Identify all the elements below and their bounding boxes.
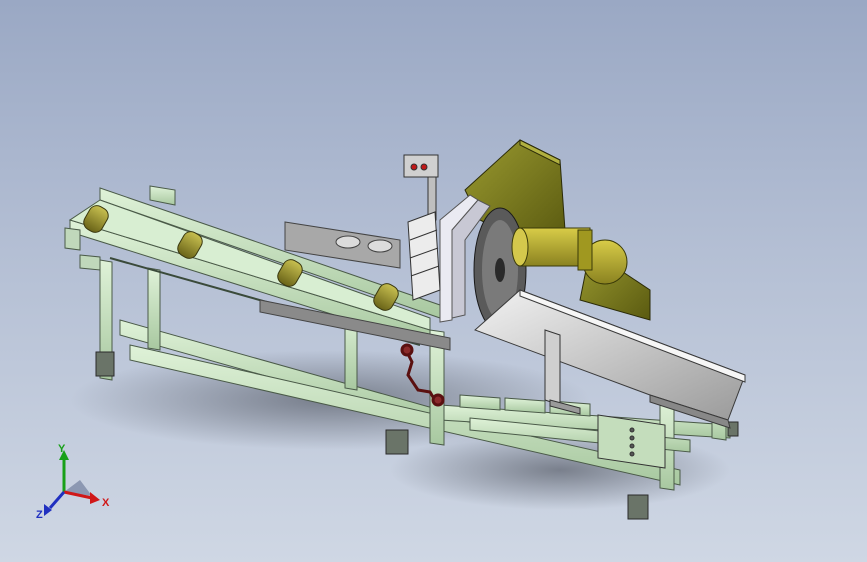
z-axis-arrow-icon xyxy=(44,491,66,516)
x-axis-label: X xyxy=(102,497,110,509)
start-button-icon xyxy=(420,163,428,171)
z-axis-label: Z xyxy=(36,509,43,521)
cad-viewport[interactable] xyxy=(0,0,867,562)
feed-guard-ladder xyxy=(407,211,441,301)
stop-button-icon xyxy=(410,163,418,171)
y-axis-arrow-icon xyxy=(59,450,69,492)
control-box[interactable] xyxy=(403,154,439,221)
coordinate-triad: Y X Z xyxy=(36,443,110,521)
y-axis-label: Y xyxy=(58,443,66,455)
saw-motor[interactable] xyxy=(511,227,628,285)
